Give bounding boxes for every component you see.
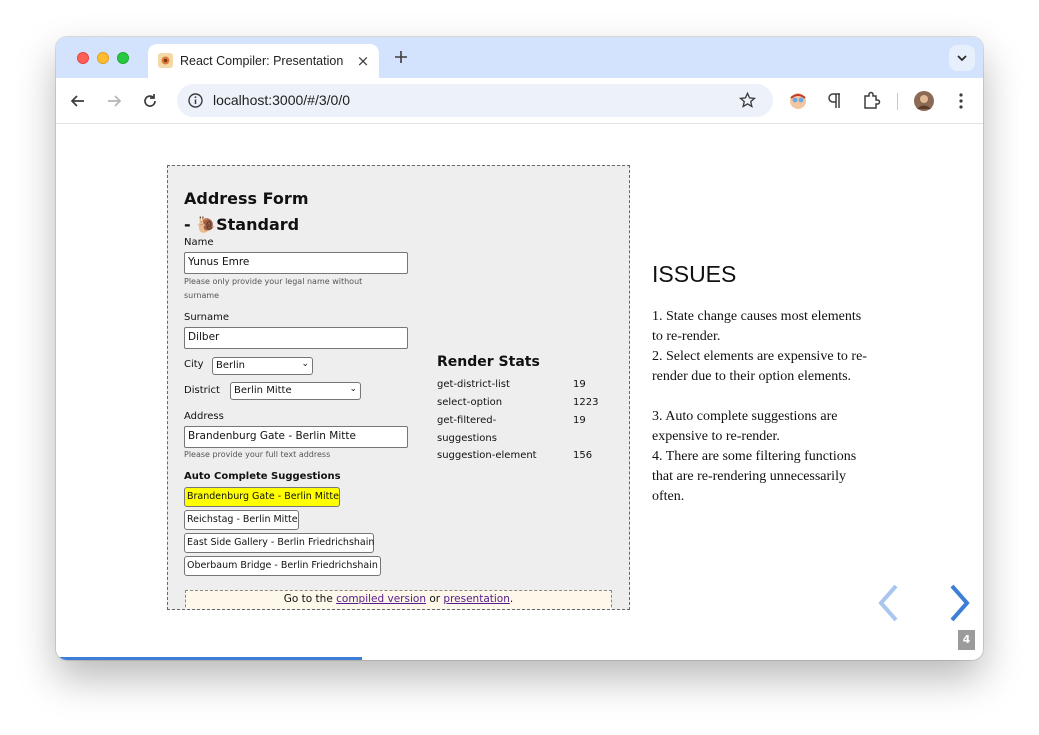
surname-field[interactable]: Dilber bbox=[184, 327, 408, 349]
issue-item: 4. There are some filtering functions th… bbox=[652, 449, 857, 504]
footer-suffix: . bbox=[509, 593, 514, 605]
forward-icon[interactable] bbox=[103, 90, 125, 112]
slide-progress bbox=[56, 657, 983, 660]
chevron-down-icon bbox=[957, 55, 967, 62]
issues-title: ISSUES bbox=[652, 261, 737, 287]
suggestions-title: Auto Complete Suggestions bbox=[184, 471, 341, 482]
slide-page: Address Form - 🐌Standard Name Yunus Emre… bbox=[56, 125, 983, 660]
url-text[interactable]: localhost:3000/#/3/0/0 bbox=[213, 92, 350, 108]
form-title: Address Form - 🐌Standard bbox=[184, 186, 308, 238]
favicon-icon bbox=[158, 53, 173, 68]
slide-number: 4 bbox=[958, 630, 975, 650]
address-bar[interactable]: localhost:3000/#/3/0/0 bbox=[177, 84, 773, 117]
extension-avatar-icon[interactable] bbox=[787, 90, 809, 112]
suggestion-item[interactable]: East Side Gallery - Berlin Friedrichshai… bbox=[184, 533, 374, 553]
stat-value: 156 bbox=[573, 450, 593, 461]
paragraph-icon[interactable] bbox=[823, 90, 845, 112]
address-label: Address bbox=[184, 411, 224, 422]
surname-label: Surname bbox=[184, 312, 229, 323]
city-label: City bbox=[184, 359, 204, 370]
toolbar: localhost:3000/#/3/0/0 bbox=[56, 78, 983, 124]
form-title-line2: - 🐌Standard bbox=[184, 215, 300, 234]
toolbar-divider bbox=[897, 93, 898, 110]
address-form-demo: Address Form - 🐌Standard Name Yunus Emre… bbox=[167, 165, 630, 610]
suggestion-item[interactable]: Oberbaum Bridge - Berlin Friedrichshain bbox=[184, 556, 381, 576]
suggestion-item[interactable]: Brandenburg Gate - Berlin Mitte bbox=[184, 487, 340, 507]
menu-kebab-icon[interactable] bbox=[950, 90, 972, 112]
tab-search-button[interactable] bbox=[949, 45, 975, 71]
site-info-icon[interactable] bbox=[187, 92, 204, 109]
maximize-window-button[interactable] bbox=[117, 52, 129, 64]
tab-close-icon[interactable]: × bbox=[355, 53, 371, 69]
city-select[interactable]: Berlin ⌄ bbox=[212, 357, 313, 375]
extensions-puzzle-icon[interactable] bbox=[860, 90, 882, 112]
footer-middle: or bbox=[425, 593, 444, 605]
district-select[interactable]: Berlin Mitte ⌄ bbox=[230, 382, 361, 400]
stat-name: get-district-list bbox=[437, 379, 510, 390]
chevron-down-icon: ⌄ bbox=[301, 359, 309, 369]
district-label: District bbox=[184, 385, 220, 396]
stat-name: suggestion-element bbox=[437, 450, 537, 461]
stat-value: 1223 bbox=[573, 397, 599, 408]
stat-value: 19 bbox=[573, 379, 586, 390]
form-title-line1: Address Form bbox=[184, 189, 309, 208]
tab-title: React Compiler: Presentation bbox=[180, 54, 344, 68]
city-select-value: Berlin bbox=[216, 360, 246, 371]
name-hint: Please only provide your legal name with… bbox=[184, 277, 363, 300]
suggestion-item[interactable]: Reichstag - Berlin Mitte bbox=[184, 510, 299, 530]
stat-name: select-option bbox=[437, 397, 503, 408]
tab-bar: React Compiler: Presentation × bbox=[56, 37, 983, 78]
footer-prefix: Go to the bbox=[283, 593, 337, 605]
profile-avatar[interactable] bbox=[913, 90, 935, 112]
tab-active[interactable]: React Compiler: Presentation × bbox=[148, 44, 379, 78]
slide-progress-fill bbox=[56, 657, 362, 660]
name-label: Name bbox=[184, 237, 214, 248]
issue-item: 3. Auto complete suggestions are expensi… bbox=[652, 409, 838, 444]
next-slide-icon[interactable] bbox=[944, 583, 974, 623]
browser-window: React Compiler: Presentation × localhost… bbox=[56, 37, 983, 660]
name-field[interactable]: Yunus Emre bbox=[184, 252, 408, 274]
stat-name: get-filtered-suggestions bbox=[437, 415, 497, 444]
address-hint: Please provide your full text address bbox=[184, 450, 331, 459]
prev-slide-icon[interactable] bbox=[874, 583, 904, 623]
minimize-window-button[interactable] bbox=[97, 52, 109, 64]
issue-item: 1. State change causes most elements to … bbox=[652, 309, 862, 344]
render-stats-title: Render Stats bbox=[437, 354, 540, 370]
stat-value: 19 bbox=[573, 415, 586, 426]
close-window-button[interactable] bbox=[77, 52, 89, 64]
bookmark-star-icon[interactable] bbox=[738, 91, 757, 110]
presentation-link[interactable]: presentation bbox=[443, 593, 509, 605]
new-tab-icon[interactable] bbox=[391, 47, 411, 67]
footer-note: Go to the compiled version or presentati… bbox=[185, 590, 612, 609]
address-field[interactable]: Brandenburg Gate - Berlin Mitte bbox=[184, 426, 408, 448]
back-icon[interactable] bbox=[67, 90, 89, 112]
compiled-version-link[interactable]: compiled version bbox=[336, 593, 426, 605]
chevron-down-icon: ⌄ bbox=[349, 384, 357, 394]
issue-item: 2. Select elements are expensive to re-r… bbox=[652, 349, 867, 384]
district-select-value: Berlin Mitte bbox=[234, 385, 292, 396]
reload-icon[interactable] bbox=[139, 90, 161, 112]
